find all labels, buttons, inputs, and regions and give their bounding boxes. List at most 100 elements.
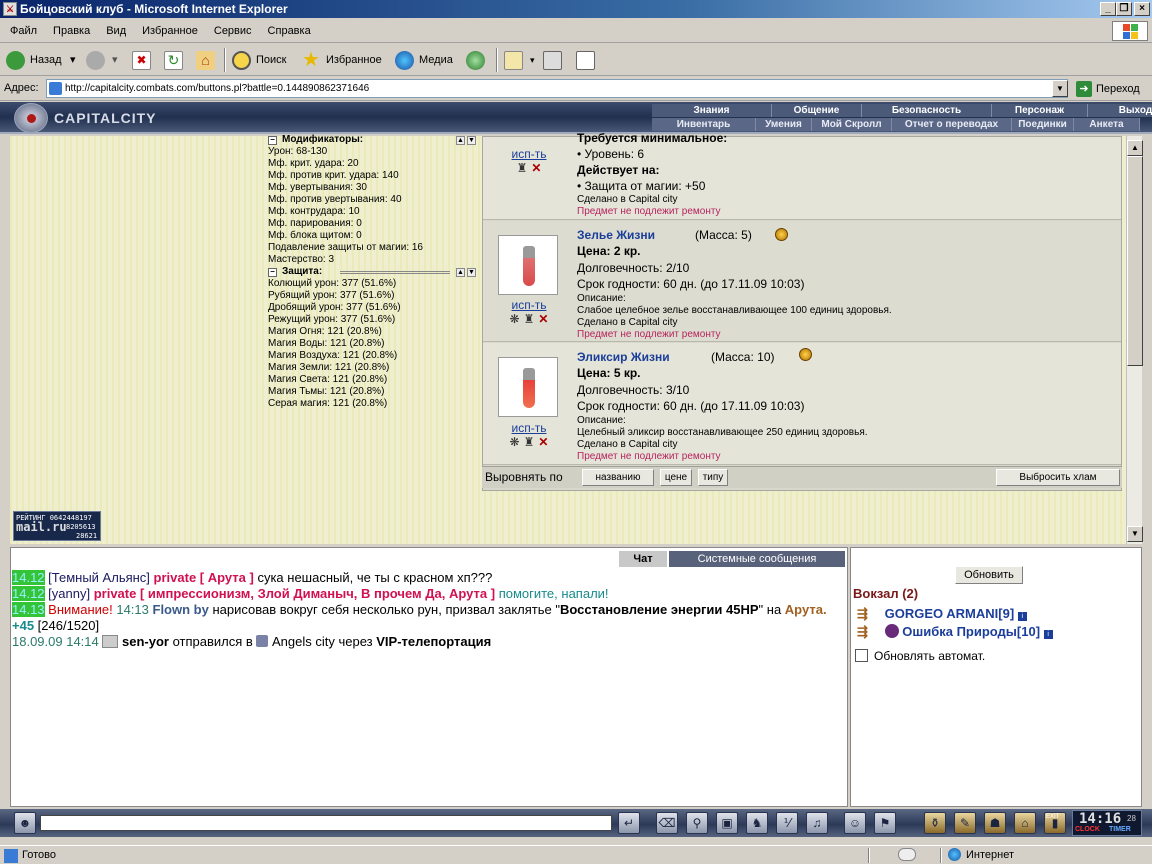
go-button[interactable]: ➜ Переход <box>1074 79 1140 99</box>
walk-icon[interactable]: ♞ <box>746 812 768 834</box>
collapse-down-icon[interactable]: ▼ <box>467 268 476 277</box>
forward-button[interactable] <box>86 48 108 72</box>
collapse-icon[interactable]: − <box>268 268 277 277</box>
collapse-icon[interactable]: − <box>268 136 277 145</box>
user-name[interactable]: Ошибка Природы <box>902 624 1017 639</box>
media-button[interactable]: Медиа <box>393 48 453 72</box>
chat-private[interactable]: private [ Арута ] <box>154 570 254 585</box>
collapse-down-icon[interactable]: ▼ <box>467 136 476 145</box>
nav-battles[interactable]: Поединки <box>1012 118 1074 131</box>
use-item-link[interactable]: исп-ть <box>501 147 557 161</box>
maximize-button[interactable]: ❐ <box>1116 2 1132 16</box>
expand-icon[interactable]: ▲ <box>456 136 465 145</box>
translit-icon[interactable]: ⅟ <box>776 812 798 834</box>
back-button[interactable]: Назад <box>4 48 62 72</box>
use-item-link[interactable]: исп-ть <box>501 421 557 435</box>
auto-refresh-option[interactable]: Обновлять автомат. <box>855 649 985 663</box>
chat-mode-icon[interactable]: ☻ <box>14 812 36 834</box>
gear-icon[interactable]: ❋ <box>510 435 524 449</box>
address-input[interactable]: http://capitalcity.combats.com/buttons.p… <box>46 79 1068 98</box>
chat-time[interactable]: 14.12 <box>12 570 45 585</box>
refresh-button[interactable]: Обновить <box>955 566 1023 584</box>
smile-icon[interactable]: ☺ <box>844 812 866 834</box>
discard-junk-button[interactable]: Выбросить хлам <box>996 469 1120 486</box>
history-button[interactable] <box>466 48 490 72</box>
delete-icon[interactable]: ✕ <box>538 435 552 449</box>
nav-character[interactable]: Персонаж <box>992 104 1088 117</box>
home-button[interactable]: ⌂ <box>196 48 218 72</box>
item-name-link[interactable]: Эликсир Жизни <box>577 350 670 364</box>
scroll-thumb[interactable] <box>1127 156 1143 366</box>
nav-communication[interactable]: Общение <box>772 104 862 117</box>
menu-favorites[interactable]: Избранное <box>134 19 206 43</box>
user-name[interactable]: GORGEO ARMANI <box>885 606 999 621</box>
favorites-button[interactable]: ★ Избранное <box>300 48 382 72</box>
chat-nick[interactable]: [Темный Альянс] <box>48 570 150 585</box>
gear-icon[interactable]: ❋ <box>510 312 524 326</box>
expand-icon[interactable]: ▲ <box>456 268 465 277</box>
clan-chat-icon[interactable]: ⚑ <box>874 812 896 834</box>
delete-icon[interactable]: ✕ <box>531 161 545 175</box>
private-message-icon[interactable]: ⇶ <box>857 624 881 640</box>
tab-system-messages[interactable]: Системные сообщения <box>669 551 845 567</box>
exit-game-icon[interactable]: EXIT ▮ <box>1044 812 1066 834</box>
send-icon[interactable]: ↵ <box>618 812 640 834</box>
popup-blocker-icon[interactable] <box>898 848 916 861</box>
dress-icon[interactable]: ♜ <box>524 435 539 449</box>
item-name-link[interactable]: Зелье Жизни <box>577 228 655 242</box>
party-icon[interactable]: ☗ <box>984 812 1006 834</box>
chat-nick[interactable]: sen-yor <box>118 634 169 649</box>
chat-private[interactable]: private [ импрессионизм, Злой Диманыч, В… <box>94 586 495 601</box>
nav-transfer-report[interactable]: Отчет о переводах <box>892 118 1012 131</box>
scroll-down-button[interactable]: ▼ <box>1127 526 1143 542</box>
filter-icon[interactable]: ⚲ <box>686 812 708 834</box>
edit-button[interactable] <box>576 48 600 72</box>
nav-inventory[interactable]: Инвентарь <box>652 118 756 131</box>
nav-profile[interactable]: Анкета <box>1074 118 1140 131</box>
sort-by-type-button[interactable]: типу <box>698 469 728 486</box>
auto-refresh-checkbox[interactable] <box>855 649 868 662</box>
nav-security[interactable]: Безопасность <box>862 104 992 117</box>
nav-knowledge[interactable]: Знания <box>652 104 772 117</box>
forward-dropdown[interactable]: ▾ <box>112 48 126 72</box>
print-button[interactable] <box>543 48 567 72</box>
nav-exit[interactable]: Выход <box>1088 104 1152 117</box>
menu-edit[interactable]: Правка <box>45 19 98 43</box>
info-icon[interactable]: i <box>1043 630 1053 639</box>
sort-by-price-button[interactable]: цене <box>660 469 692 486</box>
sound-icon[interactable]: ♫ <box>806 812 828 834</box>
dress-icon[interactable]: ♜ <box>517 161 532 175</box>
chat-time[interactable]: 14.12 <box>12 586 45 601</box>
menu-help[interactable]: Справка <box>260 19 319 43</box>
main-scrollbar[interactable]: ▲ ▼ <box>1126 136 1143 544</box>
save-icon[interactable]: ▣ <box>716 812 738 834</box>
delete-icon[interactable]: ✕ <box>538 312 552 326</box>
nav-my-scroll[interactable]: Мой Скролл <box>812 118 892 131</box>
nav-skills[interactable]: Умения <box>756 118 812 131</box>
eraser-icon[interactable]: ⌫ <box>656 812 678 834</box>
menu-view[interactable]: Вид <box>98 19 134 43</box>
address-dropdown[interactable]: ▼ <box>1052 80 1068 97</box>
chat-time[interactable]: 14.13 <box>12 602 45 617</box>
home-game-icon[interactable]: ⌂ <box>1014 812 1036 834</box>
dress-icon[interactable]: ♜ <box>524 312 539 326</box>
mail-button[interactable]: ▾ <box>504 48 538 72</box>
chat-input[interactable] <box>40 815 612 831</box>
scroll-icon[interactable]: ✎ <box>954 812 976 834</box>
scroll-up-button[interactable]: ▲ <box>1127 140 1143 156</box>
sort-by-name-button[interactable]: названию <box>582 469 654 486</box>
stop-button[interactable]: ✖ <box>132 48 154 72</box>
search-button[interactable]: Поиск <box>230 48 286 72</box>
chat-nick[interactable]: [yanny] <box>48 586 90 601</box>
info-icon[interactable]: i <box>1017 612 1027 621</box>
private-message-icon[interactable]: ⇶ <box>857 606 881 622</box>
potion-icon[interactable]: ⚱ <box>924 812 946 834</box>
menu-tools[interactable]: Сервис <box>206 19 260 43</box>
refresh-page-button[interactable]: ↻ <box>164 48 186 72</box>
mailru-counter[interactable]: РЕЙТИНГ 0642448197 mail.ru 8205613 28621 <box>13 511 101 541</box>
menu-file[interactable]: Файл <box>0 19 45 43</box>
minimize-button[interactable]: _ <box>1100 2 1116 16</box>
close-button[interactable]: × <box>1134 2 1150 16</box>
use-item-link[interactable]: исп-ть <box>501 298 557 312</box>
tab-chat[interactable]: Чат <box>619 551 667 567</box>
